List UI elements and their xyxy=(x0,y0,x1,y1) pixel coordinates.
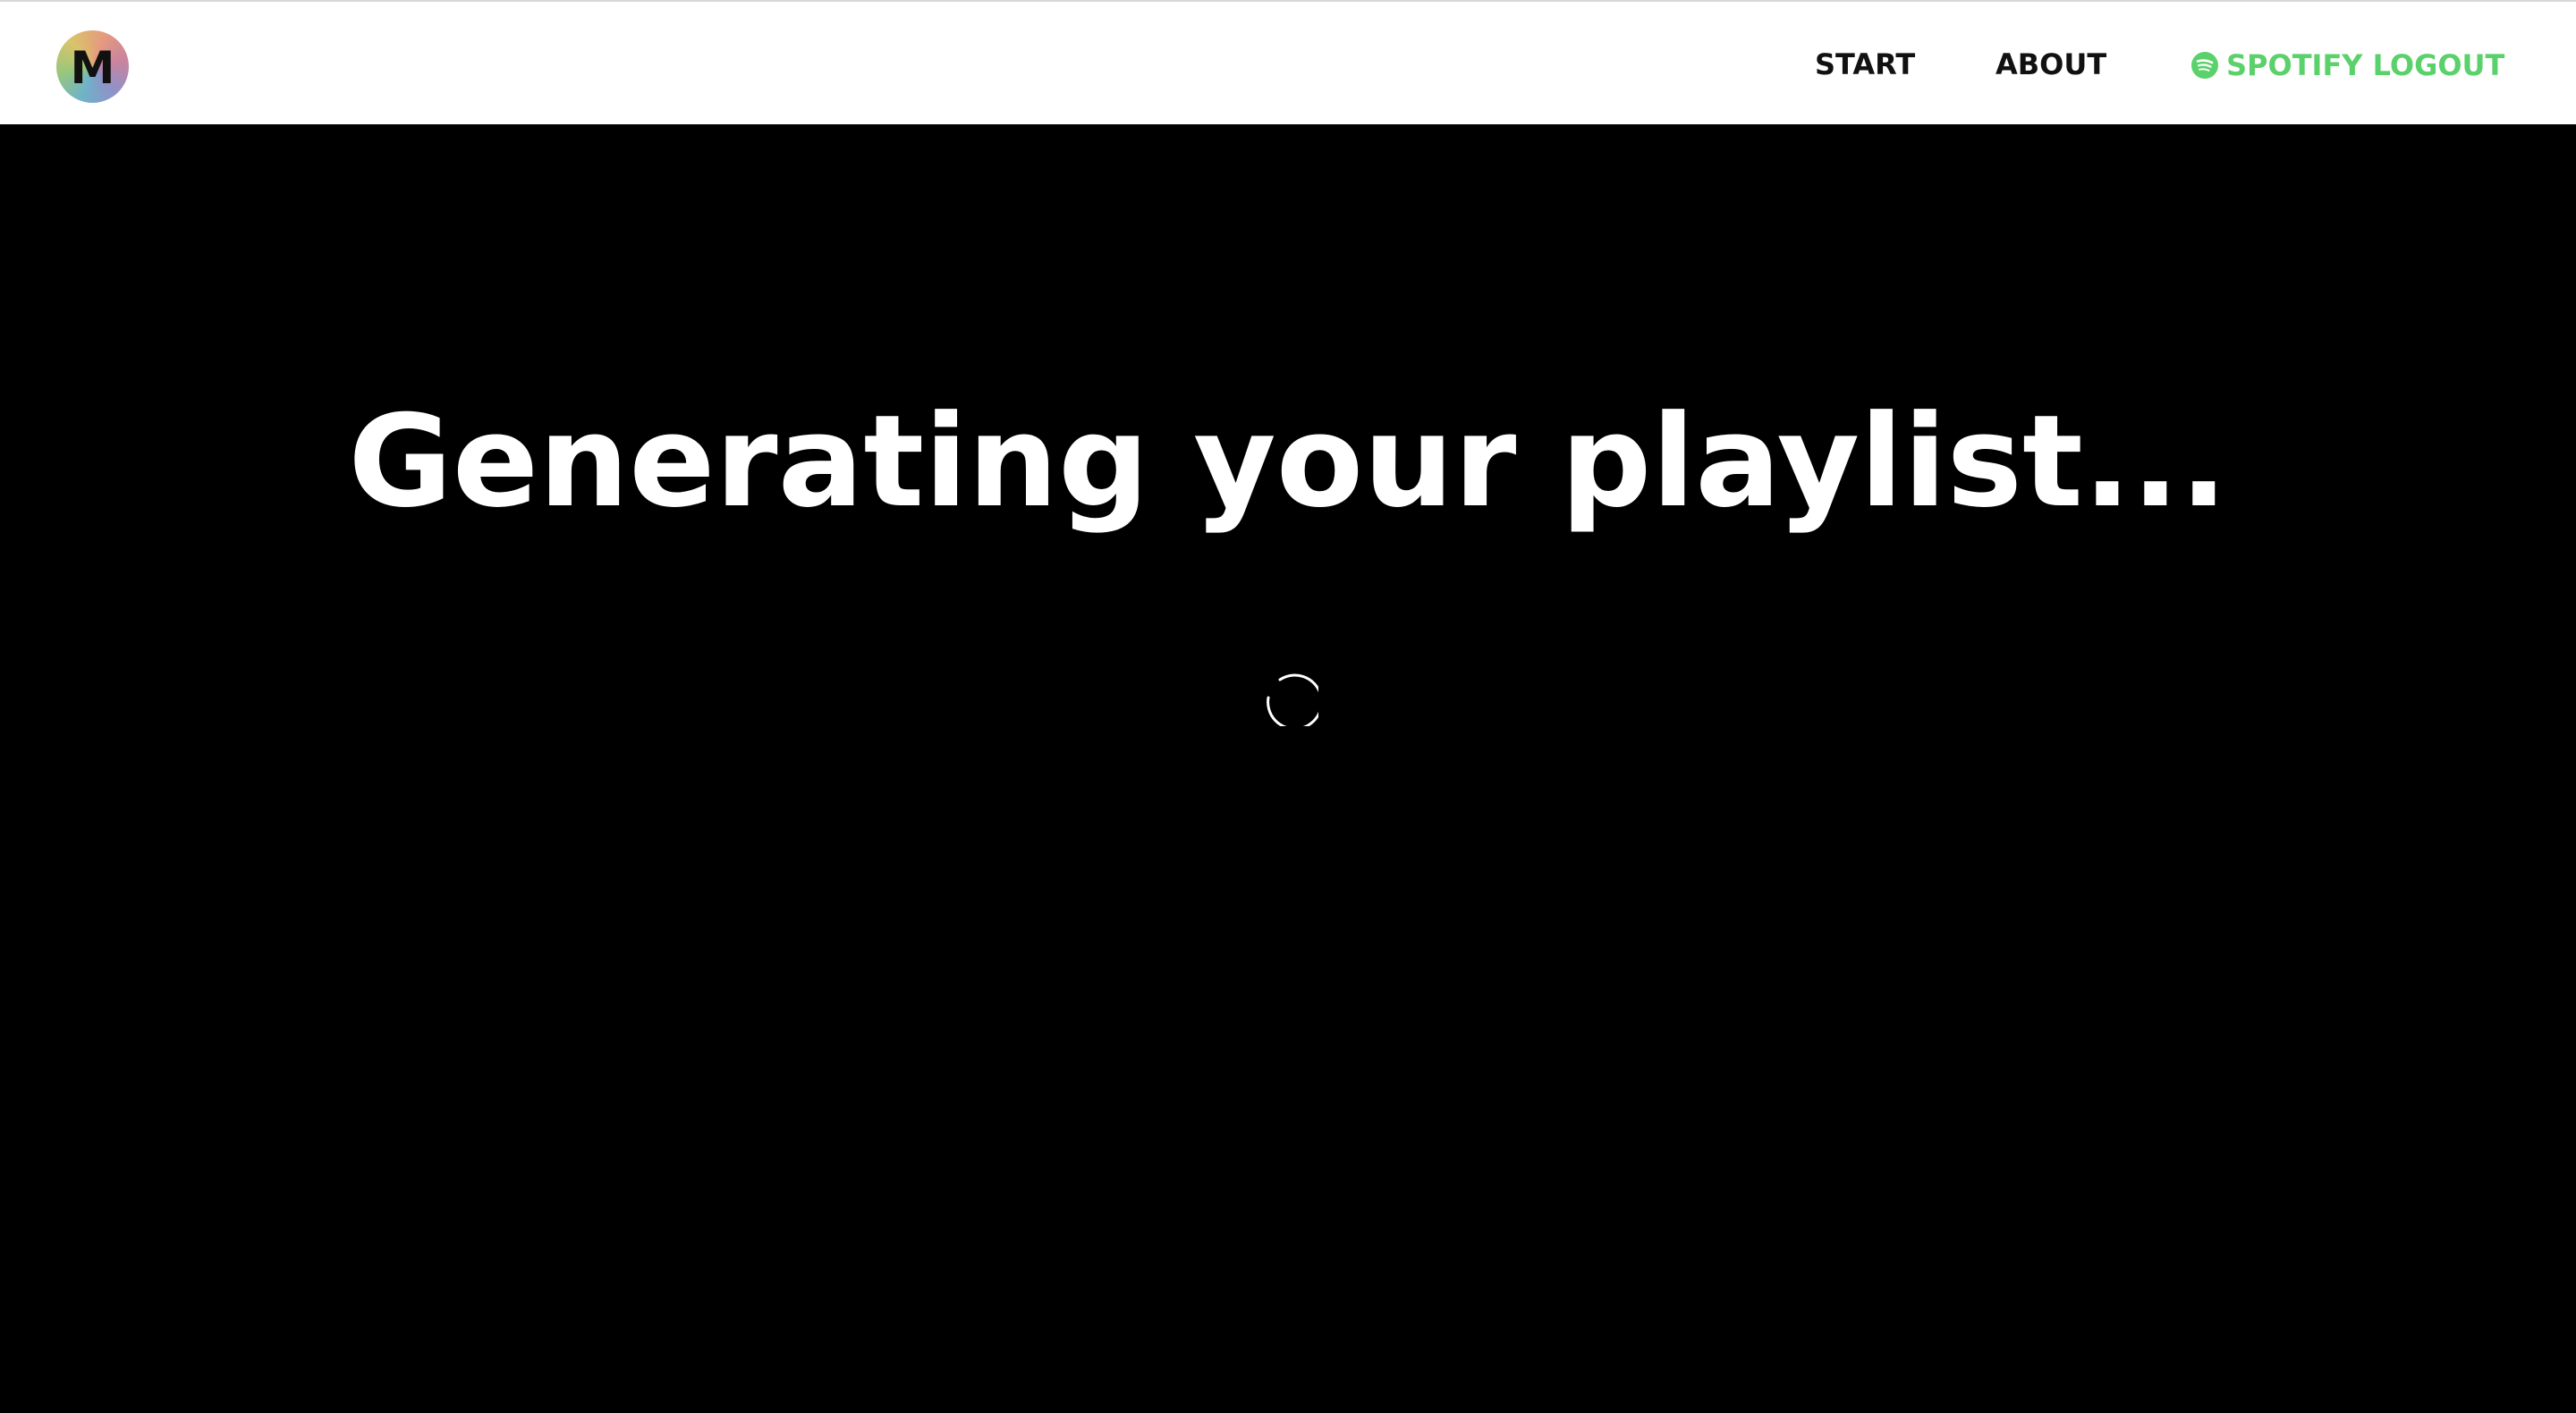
page-title: Generating your playlist... xyxy=(348,388,2228,536)
spotify-icon xyxy=(2191,52,2218,79)
top-navbar: M START ABOUT SPOTIFY LOGOUT xyxy=(0,0,2576,124)
nav-start-link[interactable]: START xyxy=(1815,47,1915,82)
nav-links: START ABOUT SPOTIFY LOGOUT xyxy=(0,2,2576,126)
spotify-logout-link[interactable]: SPOTIFY LOGOUT xyxy=(2190,47,2504,83)
nav-about-link[interactable]: ABOUT xyxy=(1996,47,2106,82)
spotify-logout-label: SPOTIFY LOGOUT xyxy=(2226,48,2505,82)
spinner-icon xyxy=(1267,673,1318,726)
